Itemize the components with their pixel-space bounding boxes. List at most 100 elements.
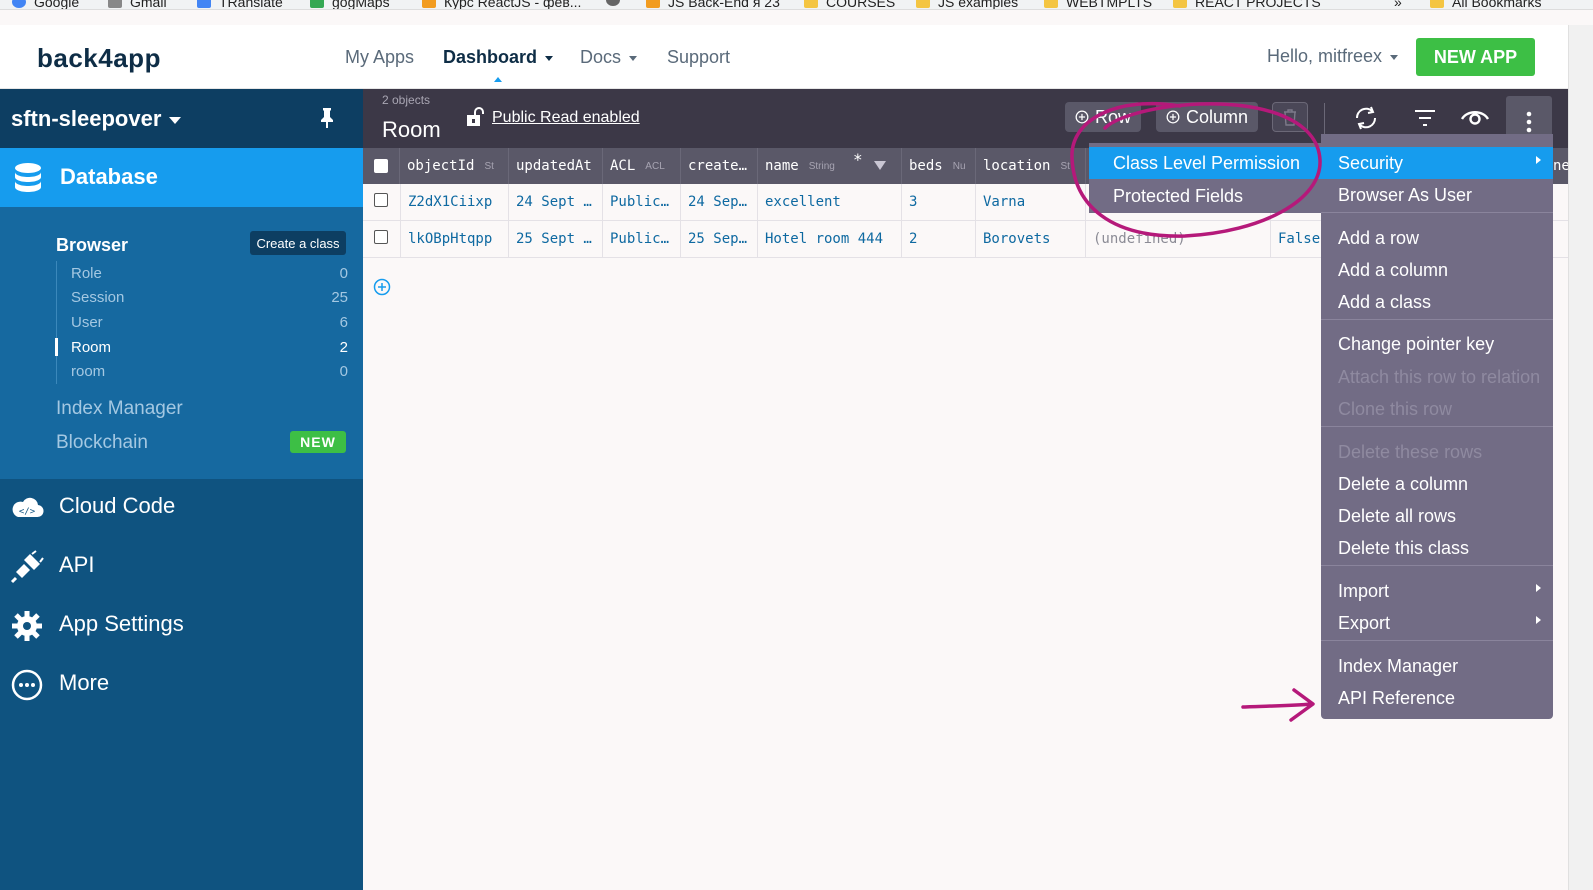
user-menu[interactable]: Hello, mitfreex [1267,46,1399,67]
sidebar: sftn-sleepover Database Browser Create a… [0,89,363,890]
menu-item-class-level-permission[interactable]: Class Level Permission [1089,147,1321,179]
bookmark-webtmplts[interactable]: WEBTMPLTS [1044,0,1152,9]
eye-icon[interactable] [1460,106,1490,128]
browser-label[interactable]: Browser [56,235,128,256]
page-scrollbar[interactable] [1568,25,1593,890]
sidebar-section-cloud-code[interactable]: </> Cloud Code [0,487,363,527]
cell-location[interactable]: Borovets [976,221,1086,257]
sidebar-item-user[interactable]: User 6 [57,310,348,335]
public-read-link[interactable]: Public Read enabled [492,109,640,127]
menu-item-delete-class[interactable]: Delete this class [1321,532,1553,564]
column-header-beds[interactable]: beds Nu [902,148,976,184]
column-type: String [808,160,835,172]
cell-col8[interactable]: (undefined) [1086,221,1271,257]
maps-icon [310,0,324,8]
pin-icon[interactable] [318,107,336,129]
more-circle-icon [11,669,43,701]
bookmark-all-bookmarks[interactable]: All Bookmarks [1430,0,1541,9]
security-submenu: Class Level Permission Protected Fields [1089,143,1321,213]
row-checkbox[interactable] [374,230,388,244]
filter-icon[interactable] [1413,108,1437,128]
menu-item-export[interactable]: Export [1321,607,1553,639]
sidebar-section-database[interactable]: Database [0,148,363,207]
sidebar-section-api[interactable]: API [0,546,363,586]
class-title: Room [382,117,441,142]
menu-item-security[interactable]: Security [1321,147,1553,179]
app-name[interactable]: sftn-sleepover [11,106,182,132]
bookmark-js-examples[interactable]: JS examples [916,0,1018,9]
bookmark-google[interactable]: Google [12,0,79,9]
column-header-name[interactable]: name String * [758,148,902,184]
menu-item-import[interactable]: Import [1321,575,1553,607]
select-all-checkbox[interactable] [374,159,388,173]
sidebar-section-more[interactable]: More [0,664,363,704]
cell-beds[interactable]: 2 [902,221,976,257]
vertical-dots-icon [1526,111,1532,133]
bookmark-react-course[interactable]: Курс ReactJS - фев... [422,0,581,9]
cell-updatedat[interactable]: 25 Sept … [509,221,603,257]
app-selector[interactable]: sftn-sleepover [0,89,363,148]
nav-my-apps[interactable]: My Apps [345,47,414,68]
add-row-button[interactable]: Row [1065,102,1141,132]
top-navigation: back4app My Apps Dashboard Docs Support … [0,25,1593,89]
column-header-updatedat[interactable]: updatedAt [509,148,603,184]
nav-dashboard[interactable]: Dashboard [443,47,554,68]
cell-name[interactable]: Hotel room 444 [758,221,902,257]
menu-item-change-pointer-key[interactable]: Change pointer key [1321,328,1553,360]
cell-updatedat[interactable]: 24 Sept … [509,184,603,220]
menu-item-protected-fields[interactable]: Protected Fields [1089,180,1321,212]
bookmark-react-projects[interactable]: REACT PROJECTS [1173,0,1321,9]
column-header-objectid[interactable]: objectId St [400,148,509,184]
bookmark-globe[interactable] [606,0,628,6]
back4app-logo[interactable]: back4app [37,43,161,74]
bookmark-gogmaps[interactable]: gogMaps [310,0,390,9]
globe-icon [606,0,620,6]
sidebar-item-session[interactable]: Session 25 [57,286,348,311]
folder-icon [804,0,818,8]
cell-beds[interactable]: 3 [902,184,976,220]
cell-createdat[interactable]: 24 Sep… [681,184,758,220]
menu-item-delete-all-rows[interactable]: Delete all rows [1321,500,1553,532]
cell-name[interactable]: excellent [758,184,902,220]
menu-item-add-class[interactable]: Add a class [1321,286,1553,318]
sidebar-item-index-manager[interactable]: Index Manager [56,398,183,420]
translate-icon [197,0,211,8]
cell-acl[interactable]: Public… [603,221,681,257]
sidebar-section-app-settings[interactable]: App Settings [0,605,363,645]
add-column-button[interactable]: Column [1156,102,1258,132]
menu-item-browser-as-user[interactable]: Browser As User [1321,179,1553,211]
column-header-location[interactable]: location St [976,148,1086,184]
bookmark-js-backend[interactable]: JS Back-End я 23 [646,0,780,9]
sidebar-item-room-lowercase[interactable]: room 0 [57,359,348,384]
refresh-icon[interactable] [1352,103,1380,133]
bookmark-gmail[interactable]: Gmail [108,0,167,9]
select-all-cell [363,148,400,184]
column-header-acl[interactable]: ACL ACL [603,148,681,184]
cell-createdat[interactable]: 25 Sep… [681,221,758,257]
menu-item-add-row[interactable]: Add a row [1321,222,1553,254]
delete-button[interactable] [1272,102,1308,132]
cell-location[interactable]: Varna [976,184,1086,220]
cell-objectid[interactable]: Z2dX1Ciixp [400,184,509,220]
column-header-createdat[interactable]: create… [681,148,758,184]
menu-item-api-reference[interactable]: API Reference [1321,682,1553,714]
sidebar-item-role[interactable]: Role 0 [57,261,348,286]
bookmark-translate[interactable]: TRanslate [197,0,283,9]
menu-item-add-column[interactable]: Add a column [1321,254,1553,286]
sidebar-item-room[interactable]: Room 2 [55,335,348,360]
sort-triangle-icon[interactable] [874,161,886,170]
nav-docs[interactable]: Docs [580,47,638,68]
nav-support[interactable]: Support [667,47,730,68]
sidebar-item-blockchain[interactable]: Blockchain [56,432,148,454]
bookmarks-overflow-button[interactable]: » [1394,0,1402,9]
create-class-button[interactable]: Create a class [250,231,346,255]
row-checkbox[interactable] [374,193,388,207]
bookmark-courses[interactable]: COURSES [804,0,895,9]
menu-item-index-manager[interactable]: Index Manager [1321,650,1553,682]
add-row-inline-icon[interactable] [373,278,391,296]
cell-acl[interactable]: Public… [603,184,681,220]
menu-item-delete-column[interactable]: Delete a column [1321,468,1553,500]
new-app-button[interactable]: NEW APP [1416,38,1535,76]
menu-divider [1321,565,1553,566]
cell-objectid[interactable]: lkOBpHtqpp [400,221,509,257]
